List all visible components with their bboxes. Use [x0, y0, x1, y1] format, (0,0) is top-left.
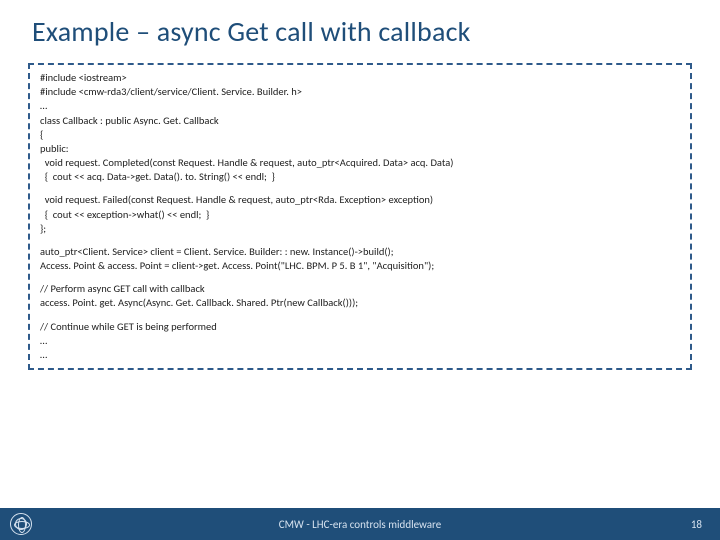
- page-number: 18: [691, 518, 702, 531]
- footer-text: CMW - LHC-era controls middleware: [279, 518, 441, 531]
- footer-bar: CMW - LHC-era controls middleware 18: [0, 508, 720, 540]
- code-part-2: void request. Failed(const Request. Hand…: [40, 193, 680, 236]
- code-part-1: #include <iostream> #include <cmw-rda3/c…: [40, 71, 680, 184]
- code-part-5: // Continue while GET is being performed…: [40, 320, 680, 363]
- slide-title: Example – async Get call with callback: [0, 0, 720, 59]
- code-part-3: auto_ptr<Client. Service> client = Clien…: [40, 245, 680, 273]
- code-block: #include <iostream> #include <cmw-rda3/c…: [28, 63, 692, 370]
- code-part-4: // Perform async GET call with callback …: [40, 282, 680, 310]
- cern-logo-icon: [10, 513, 32, 535]
